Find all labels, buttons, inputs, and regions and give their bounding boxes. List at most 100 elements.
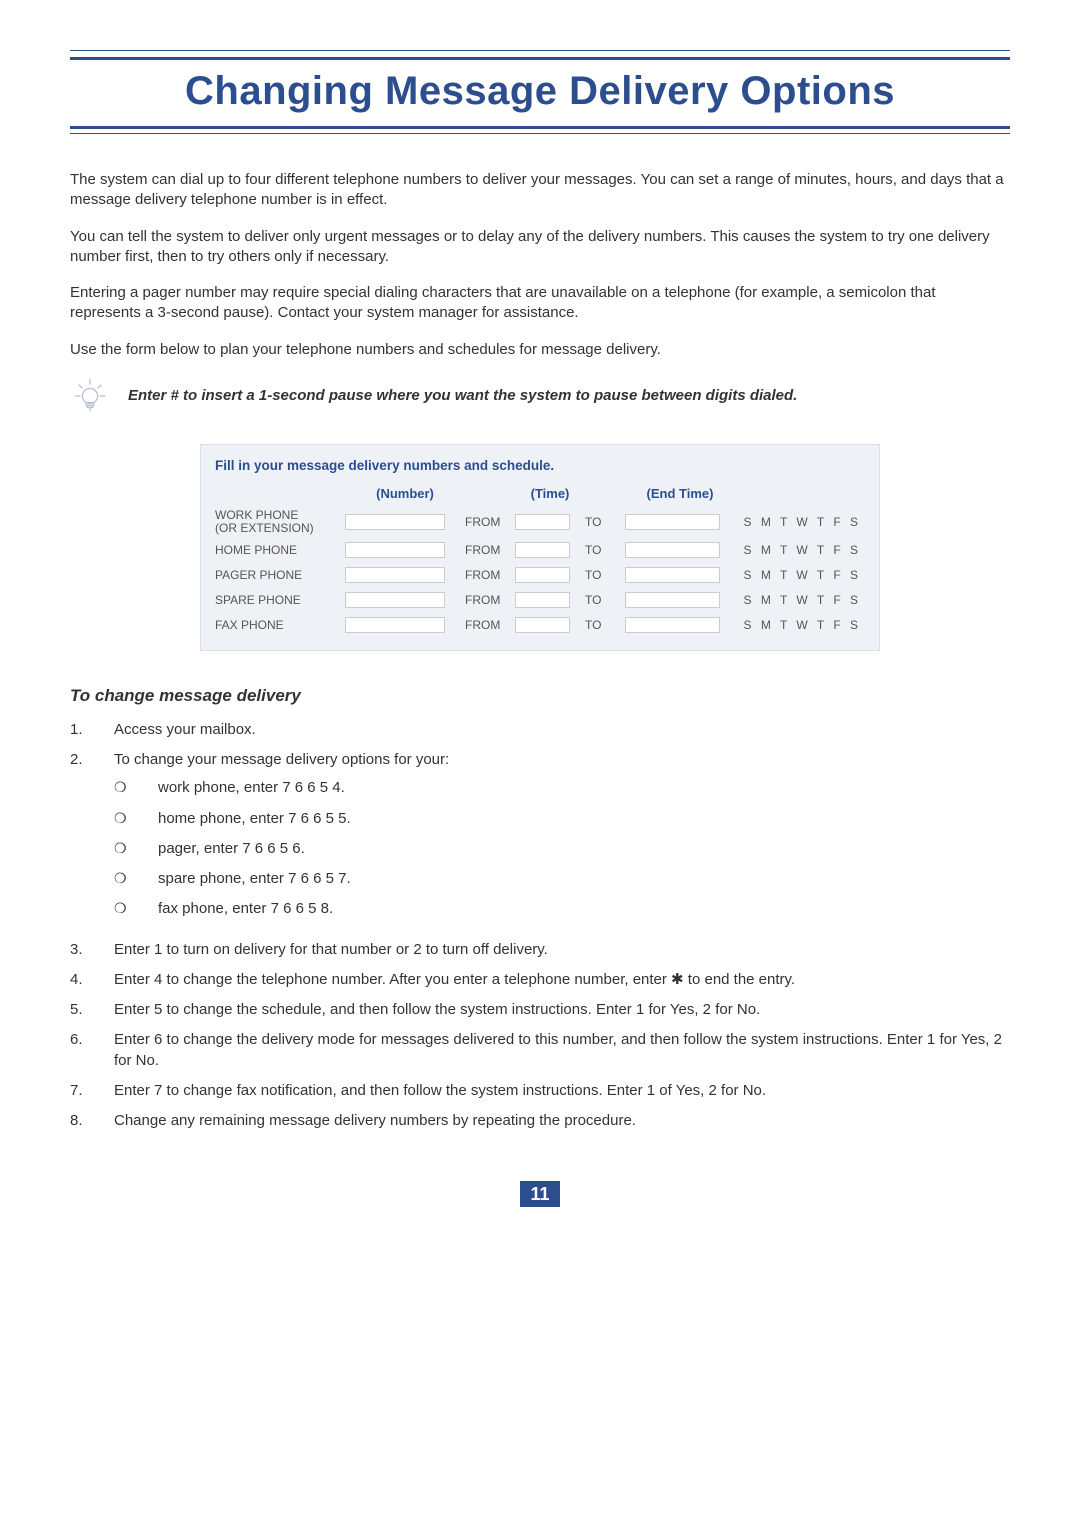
page-number-badge: 11 [520,1181,560,1207]
section-heading: To change message delivery [70,685,1010,708]
tip-row: Enter # to insert a 1-second pause where… [70,376,1010,416]
tip-text: Enter # to insert a 1-second pause where… [128,386,797,406]
step-8: 8. Change any remaining message delivery… [70,1111,1010,1131]
option-text: work phone, enter 7 6 6 5 4. [158,778,345,798]
row-label: SPARE PHONE [215,592,345,608]
step-number: 8. [70,1111,114,1131]
days-label: S M T W T F S [735,567,865,583]
step-text: Access your mailbox. [114,720,1010,740]
header-time: (Time) [515,485,585,503]
rule-top-thin [70,50,1010,51]
option-pager: ❍pager, enter 7 6 6 5 6. [114,839,1010,859]
form-title: Fill in your message delivery numbers an… [215,457,865,475]
bullet-icon: ❍ [114,869,158,889]
form-row-pager: PAGER PHONE FROM TO S M T W T F S [215,565,865,585]
label-from: FROM [465,542,515,558]
intro-paragraph-3: Entering a pager number may require spec… [70,283,1010,324]
option-fax: ❍fax phone, enter 7 6 6 5 8. [114,899,1010,919]
intro-paragraph-4: Use the form below to plan your telephon… [70,340,1010,360]
step-1: 1. Access your mailbox. [70,720,1010,740]
step-number: 1. [70,720,114,740]
input-time-to[interactable] [625,514,720,530]
step-text: Enter 7 to change fax notification, and … [114,1081,1010,1101]
option-text: fax phone, enter 7 6 6 5 8. [158,899,333,919]
label-to: TO [585,617,625,633]
label-from: FROM [465,592,515,608]
step-number: 5. [70,1000,114,1020]
days-label: S M T W T F S [735,542,865,558]
form-headers: (Number) (Time) (End Time) [215,485,865,503]
input-number[interactable] [345,592,445,608]
input-time-to[interactable] [625,542,720,558]
option-work: ❍work phone, enter 7 6 6 5 4. [114,778,1010,798]
lightbulb-icon [70,376,110,416]
header-number: (Number) [345,485,465,503]
input-time-from[interactable] [515,592,570,608]
input-number[interactable] [345,617,445,633]
input-number[interactable] [345,514,445,530]
rule-bottom-thin [70,133,1010,134]
schedule-form: Fill in your message delivery numbers an… [200,444,880,651]
page-title: Changing Message Delivery Options [70,60,1010,126]
step-3: 3. Enter 1 to turn on delivery for that … [70,940,1010,960]
label-from: FROM [465,567,515,583]
row-label: PAGER PHONE [215,567,345,583]
row-label: WORK PHONE (OR EXTENSION) [215,509,345,535]
input-number[interactable] [345,567,445,583]
label-from: FROM [465,514,515,530]
days-label: S M T W T F S [735,514,865,530]
input-time-from[interactable] [515,514,570,530]
label-to: TO [585,567,625,583]
step-number: 2. [70,750,114,930]
step-4: 4. Enter 4 to change the telephone numbe… [70,970,1010,990]
form-row-spare: SPARE PHONE FROM TO S M T W T F S [215,590,865,610]
header-end-time: (End Time) [625,485,735,503]
option-text: pager, enter 7 6 6 5 6. [158,839,305,859]
days-label: S M T W T F S [735,592,865,608]
step-text: Change any remaining message delivery nu… [114,1111,1010,1131]
step-2: 2. To change your message delivery optio… [70,750,1010,930]
days-label: S M T W T F S [735,617,865,633]
rule-bottom-thick [70,126,1010,129]
step-5: 5. Enter 5 to change the schedule, and t… [70,1000,1010,1020]
step-6: 6. Enter 6 to change the delivery mode f… [70,1030,1010,1071]
step-number: 4. [70,970,114,990]
bullet-icon: ❍ [114,839,158,859]
step-2-options: ❍work phone, enter 7 6 6 5 4. ❍home phon… [114,778,1010,919]
bullet-icon: ❍ [114,899,158,919]
input-time-to[interactable] [625,592,720,608]
input-time-from[interactable] [515,542,570,558]
label-to: TO [585,542,625,558]
step-text: Enter 1 to turn on delivery for that num… [114,940,1010,960]
form-row-home: HOME PHONE FROM TO S M T W T F S [215,540,865,560]
step-text: Enter 6 to change the delivery mode for … [114,1030,1010,1071]
label-from: FROM [465,617,515,633]
option-text: spare phone, enter 7 6 6 5 7. [158,869,351,889]
input-time-to[interactable] [625,617,720,633]
step-text: To change your message delivery options … [114,751,449,768]
input-time-from[interactable] [515,617,570,633]
option-text: home phone, enter 7 6 6 5 5. [158,809,351,829]
step-text: Enter 5 to change the schedule, and then… [114,1000,1010,1020]
option-spare: ❍spare phone, enter 7 6 6 5 7. [114,869,1010,889]
steps-list: 1. Access your mailbox. 2. To change you… [70,720,1010,1132]
step-number: 3. [70,940,114,960]
step-number: 7. [70,1081,114,1101]
option-home: ❍home phone, enter 7 6 6 5 5. [114,809,1010,829]
form-row-work: WORK PHONE (OR EXTENSION) FROM TO S M T … [215,509,865,535]
label-to: TO [585,592,625,608]
step-7: 7. Enter 7 to change fax notification, a… [70,1081,1010,1101]
input-number[interactable] [345,542,445,558]
row-label: FAX PHONE [215,617,345,633]
input-time-from[interactable] [515,567,570,583]
intro-paragraph-1: The system can dial up to four different… [70,170,1010,211]
label-to: TO [585,514,625,530]
row-label: HOME PHONE [215,542,345,558]
step-text: Enter 4 to change the telephone number. … [114,970,1010,990]
form-row-fax: FAX PHONE FROM TO S M T W T F S [215,615,865,635]
bullet-icon: ❍ [114,778,158,798]
intro-paragraph-2: You can tell the system to deliver only … [70,227,1010,268]
step-number: 6. [70,1030,114,1071]
bullet-icon: ❍ [114,809,158,829]
input-time-to[interactable] [625,567,720,583]
